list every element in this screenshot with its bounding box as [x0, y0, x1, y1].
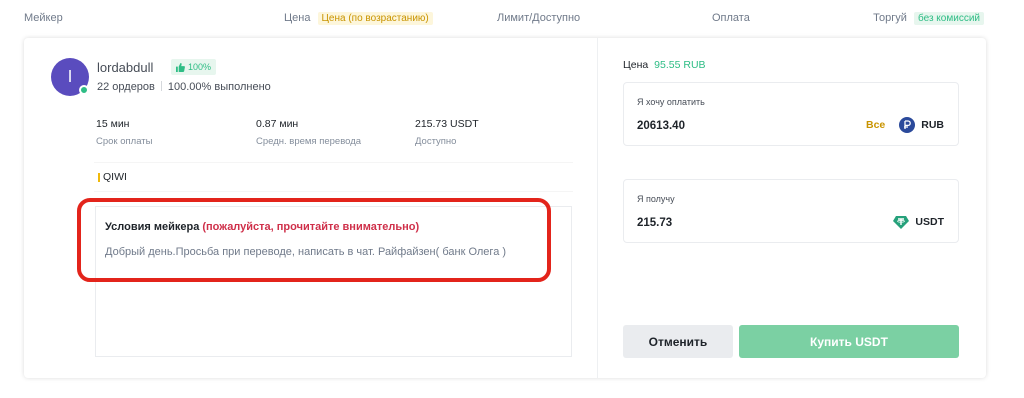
stat-value: 15 мин [96, 118, 130, 130]
price-value: 95.55 RUB [654, 59, 706, 71]
trade-label: Торгуй [873, 12, 907, 24]
orders-count: 22 ордеров [97, 81, 155, 93]
stat-label: Доступно [415, 136, 457, 147]
maker-name-link[interactable]: lordabdull [97, 60, 153, 75]
online-status-dot [79, 85, 89, 95]
payment-method-name: QIWI [103, 171, 127, 183]
zero-fee-badge: без комиссий [913, 12, 984, 25]
receive-amount-field[interactable]: Я получу 215.73 USDT [623, 179, 959, 243]
column-header-payment: Оплата [712, 12, 750, 24]
receive-currency-group: USDT [893, 214, 944, 230]
column-header-trade: Торгуй без комиссий [873, 12, 984, 25]
column-header-maker: Мейкер [24, 12, 63, 24]
stat-label: Средн. время перевода [256, 136, 362, 147]
price-label: Цена [623, 59, 649, 71]
order-card: l lordabdull 100% 22 ордеров 100.00% выпо… [24, 38, 986, 378]
stat-payment-time: 15 мин Срок оплаты [96, 118, 152, 147]
stat-value: 215.73 USDT [415, 118, 479, 130]
cancel-button[interactable]: Отменить [623, 325, 733, 358]
column-header-limit: Лимит/Доступно [497, 12, 581, 24]
buy-usdt-button[interactable]: Купить USDT [739, 325, 959, 358]
rating-badge: 100% [171, 59, 217, 75]
usdt-coin-icon [893, 216, 910, 229]
receive-amount-input[interactable]: 215.73 [637, 217, 672, 229]
stat-value: 0.87 мин [256, 118, 299, 130]
thumbs-up-icon [176, 62, 185, 72]
column-header-price[interactable]: Цена Цена (по возрастанию) [284, 12, 433, 25]
pay-amount-field[interactable]: Я хочу оплатить 20613.40 Все RUB [623, 82, 959, 146]
pay-all-button[interactable]: Все [866, 119, 885, 131]
payment-method-row: QIWI [94, 162, 573, 192]
stats-separator [160, 81, 162, 91]
price-sort-badge[interactable]: Цена (по возрастанию) [317, 12, 433, 25]
maker-stats-line: 22 ордеров 100.00% выполнено [97, 81, 271, 93]
receive-amount-label: Я получу [637, 194, 675, 204]
price-label: Цена [284, 12, 311, 24]
highlight-annotation [77, 198, 551, 282]
pay-currency-group: Все RUB [866, 117, 944, 133]
completion-rate: 100.00% выполнено [167, 81, 271, 93]
receive-currency: USDT [915, 216, 944, 228]
rating-value: 100% [188, 62, 212, 72]
panel-divider [597, 38, 598, 378]
pay-currency: RUB [921, 119, 944, 131]
rub-coin-icon [899, 117, 916, 133]
price-display: Цена 95.55 RUB [623, 59, 706, 71]
payment-method-marker [98, 172, 100, 182]
stat-avg-transfer-time: 0.87 мин Средн. время перевода [256, 118, 361, 147]
pay-amount-label: Я хочу оплатить [637, 97, 705, 107]
stat-label: Срок оплаты [96, 136, 153, 147]
stat-available: 215.73 USDT Доступно [415, 118, 479, 147]
pay-amount-input[interactable]: 20613.40 [637, 120, 685, 132]
